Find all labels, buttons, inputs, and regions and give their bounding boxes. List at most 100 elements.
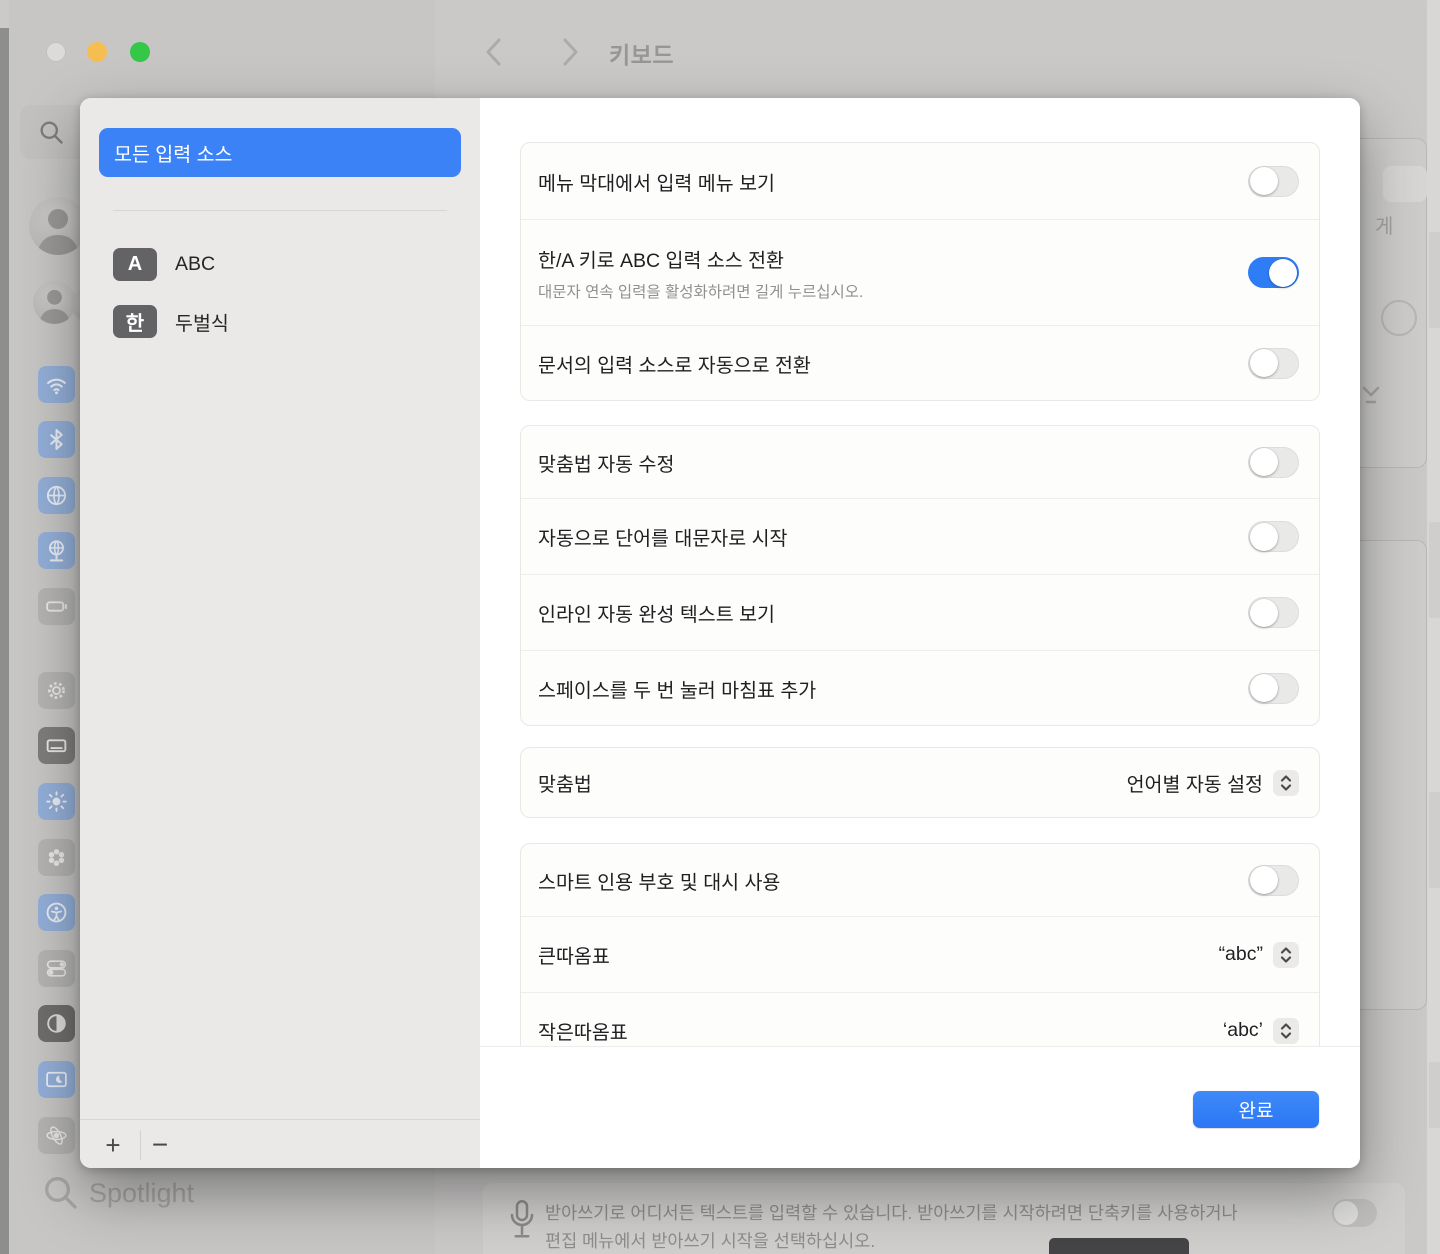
accessibility-icon[interactable] [38, 894, 75, 931]
spotlight-icon [40, 1172, 80, 1212]
battery-icon[interactable] [38, 588, 75, 625]
sheet-content: 메뉴 막대에서 입력 메뉴 보기한/A 키로 ABC 입력 소스 전환대문자 연… [480, 98, 1360, 1168]
setting-label: 인라인 자동 완성 텍스트 보기 [538, 598, 1248, 627]
setting-label: 맞춤법 [538, 768, 1127, 797]
settings-group: 맞춤법언어별 자동 설정 [520, 747, 1320, 818]
titlebar: 키보드 [9, 0, 1427, 96]
sheet-footer: 완료 [480, 1046, 1360, 1168]
back-icon[interactable] [480, 36, 510, 68]
close-button[interactable] [46, 42, 66, 62]
input-source-label: 두벌식 [175, 307, 229, 336]
wifi-icon[interactable] [38, 366, 75, 403]
select-stepper-icon[interactable] [1273, 1018, 1299, 1044]
toggle-knob [1269, 259, 1297, 287]
appearance-contrast-icon[interactable] [38, 1005, 75, 1042]
sidebar-item-all-input-sources[interactable]: 모든 입력 소스 [99, 128, 461, 177]
toggle-knob [1250, 674, 1278, 702]
input-source-badge: A [113, 248, 157, 281]
siri-icon[interactable] [38, 1117, 75, 1154]
user-avatar [29, 197, 87, 255]
select-stepper-icon[interactable] [1273, 942, 1299, 968]
toggle-switch[interactable] [1248, 257, 1299, 288]
control-center-icon[interactable] [38, 950, 75, 987]
settings-row: 메뉴 막대에서 입력 메뉴 보기 [521, 143, 1319, 219]
settings-group: 스마트 인용 부호 및 대시 사용큰따옴표“abc” 작은따옴표‘abc’ [520, 843, 1320, 1069]
setting-label: 큰따옴표 [538, 940, 1219, 969]
wallpaper-flower-icon[interactable] [38, 839, 75, 876]
toggle-knob [1250, 866, 1278, 894]
select-value: ‘abc’ [1223, 1019, 1263, 1042]
screen-saver-icon[interactable] [38, 1061, 75, 1098]
select-value: 언어별 자동 설정 [1127, 768, 1263, 797]
input-source-badge: 한 [113, 305, 157, 338]
toggle-switch[interactable] [1248, 447, 1299, 478]
setting-label: 맞춤법 자동 수정 [538, 448, 1248, 477]
covered-key-tile [1383, 166, 1427, 202]
setting-label: 작은따옴표 [538, 1016, 1223, 1045]
done-button[interactable]: 완료 [1193, 1091, 1319, 1128]
toggle-knob [1250, 167, 1278, 195]
input-sources-sheet: 모든 입력 소스 A ABC 한 두벌식 + − 메뉴 막대에서 입력 메뉴 보기한/… [80, 98, 1360, 1168]
desktop-edge [0, 28, 9, 1254]
input-source-row[interactable]: 한 두벌식 [113, 304, 468, 338]
dictation-description: 받아쓰기로 어디서든 텍스트를 입력할 수 있습니다. 받아쓰기를 시작하려면 … [545, 1199, 1335, 1254]
select-stepper-icon[interactable] [1273, 770, 1299, 796]
family-avatar [33, 281, 76, 324]
toggle-switch[interactable] [1248, 597, 1299, 628]
covered-text-fragment: 게 [1375, 210, 1393, 239]
select-value: “abc” [1219, 943, 1263, 966]
toggle-switch[interactable] [1248, 166, 1299, 197]
setting-label: 자동으로 단어를 대문자로 시작 [538, 522, 1248, 551]
dictation-section: 받아쓰기로 어디서든 텍스트를 입력할 수 있습니다. 받아쓰기를 시작하려면 … [483, 1183, 1405, 1254]
dictation-toggle[interactable] [1332, 1199, 1377, 1227]
toggle-knob [1250, 523, 1278, 551]
input-source-row[interactable]: A ABC [113, 247, 468, 281]
settings-row: 맞춤법 자동 수정 [521, 426, 1319, 498]
add-input-source-button[interactable]: + [93, 1130, 133, 1160]
microphone-icon [507, 1194, 537, 1246]
toggle-switch[interactable] [1248, 673, 1299, 704]
covered-toggle-fragment [1381, 300, 1417, 336]
settings-group: 맞춤법 자동 수정자동으로 단어를 대문자로 시작인라인 자동 완성 텍스트 보… [520, 425, 1320, 726]
minimize-button[interactable] [87, 42, 107, 62]
sidebar-bottom-divider [80, 1119, 480, 1120]
covered-chevron-fragment [1361, 380, 1381, 406]
sidebar-divider [113, 210, 447, 211]
settings-row: 한/A 키로 ABC 입력 소스 전환대문자 연속 입력을 활성화하려면 길게 … [521, 219, 1319, 325]
remove-input-source-button[interactable]: − [140, 1130, 180, 1160]
setting-label: 스마트 인용 부호 및 대시 사용 [538, 866, 1248, 895]
settings-group: 메뉴 막대에서 입력 메뉴 보기한/A 키로 ABC 입력 소스 전환대문자 연… [520, 142, 1320, 401]
settings-row: 스마트 인용 부호 및 대시 사용 [521, 844, 1319, 916]
search-icon [37, 118, 65, 146]
network-icon[interactable] [38, 477, 75, 514]
settings-row: 문서의 입력 소스로 자동으로 전환 [521, 325, 1319, 400]
settings-groups: 메뉴 막대에서 입력 메뉴 보기한/A 키로 ABC 입력 소스 전환대문자 연… [480, 142, 1360, 1069]
setting-label: 한/A 키로 ABC 입력 소스 전환 [538, 244, 1248, 273]
all-input-sources-label: 모든 입력 소스 [114, 138, 232, 167]
setting-label: 문서의 입력 소스로 자동으로 전환 [538, 349, 1248, 378]
page-title: 키보드 [609, 36, 674, 70]
setting-label: 메뉴 막대에서 입력 메뉴 보기 [538, 167, 1248, 196]
zoom-button[interactable] [130, 42, 150, 62]
settings-row: 자동으로 단어를 대문자로 시작 [521, 498, 1319, 574]
toggle-switch[interactable] [1248, 521, 1299, 552]
keyboard-icon[interactable] [38, 727, 75, 764]
toggle-switch[interactable] [1248, 348, 1299, 379]
forward-icon[interactable] [554, 36, 584, 68]
bluetooth-icon[interactable] [38, 421, 75, 458]
general-gear-icon[interactable] [38, 672, 75, 709]
toggle-knob [1250, 349, 1278, 377]
settings-row: 인라인 자동 완성 텍스트 보기 [521, 574, 1319, 650]
displays-sun-icon[interactable] [38, 783, 75, 820]
vpn-icon[interactable] [38, 532, 75, 569]
input-source-label: ABC [175, 253, 215, 276]
sheet-sidebar: 모든 입력 소스 A ABC 한 두벌식 + − [80, 98, 480, 1168]
settings-row: 스페이스를 두 번 눌러 마침표 추가 [521, 650, 1319, 725]
toggle-knob [1250, 599, 1278, 627]
desktop-right-strip [1427, 0, 1440, 1254]
setting-label: 스페이스를 두 번 눌러 마침표 추가 [538, 674, 1248, 703]
toggle-switch[interactable] [1248, 865, 1299, 896]
settings-row: 맞춤법언어별 자동 설정 [521, 748, 1319, 817]
sidebar-item-spotlight[interactable]: Spotlight [89, 1178, 194, 1209]
setting-sublabel: 대문자 연속 입력을 활성화하려면 길게 누르십시오. [538, 280, 1248, 302]
